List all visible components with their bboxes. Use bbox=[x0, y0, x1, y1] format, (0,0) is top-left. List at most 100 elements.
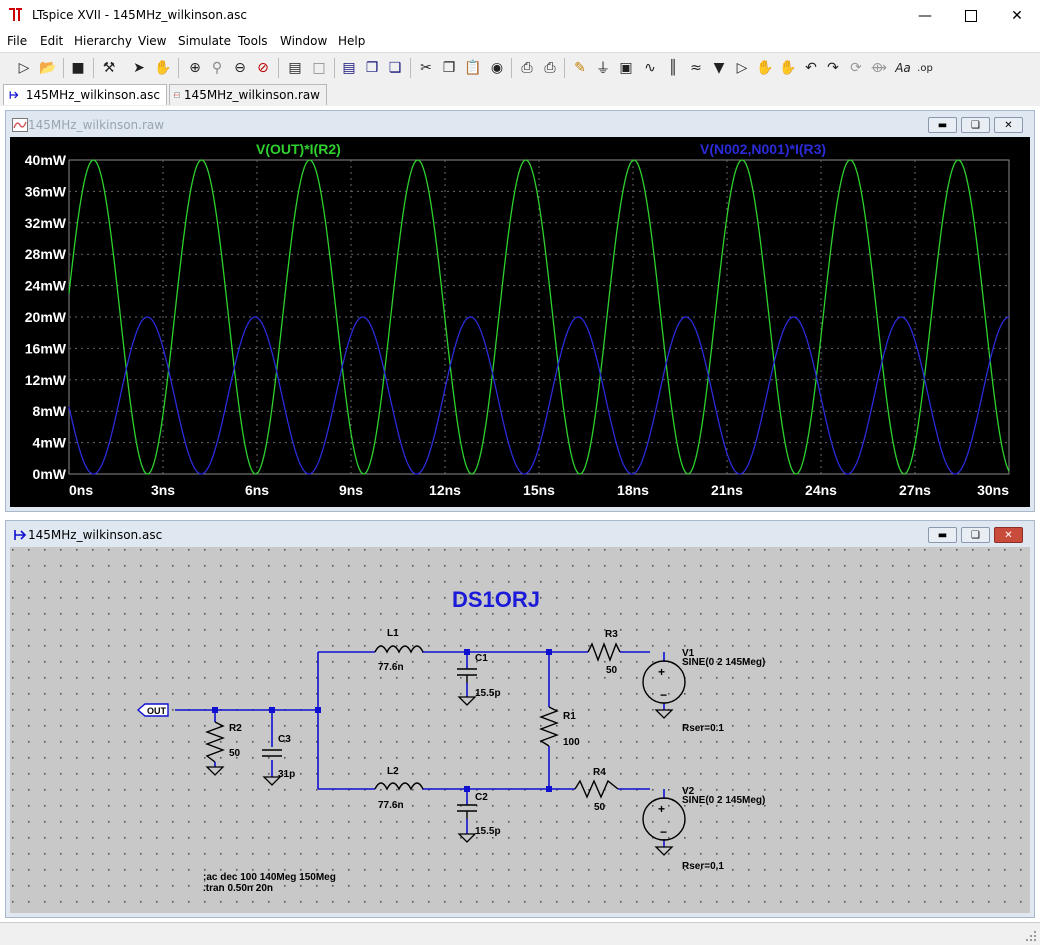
tile-horizontal-button[interactable]: ▤ bbox=[338, 57, 360, 79]
menu-bar: File Edit Hierarchy View Simulate Tools … bbox=[0, 31, 1040, 51]
minimize-button[interactable]: — bbox=[902, 0, 948, 31]
fft-button[interactable]: □ bbox=[308, 57, 330, 79]
text-button[interactable]: Aa bbox=[892, 57, 914, 79]
out-port-label: OUT bbox=[147, 706, 167, 716]
halt-button[interactable]: ✋ bbox=[152, 57, 174, 79]
schematic-heading[interactable]: DS1ORJ bbox=[452, 587, 540, 612]
waveform-plot[interactable]: V(OUT)*I(R2) V(N002,N001)*I(R3) 0ns 3ns 6n… bbox=[10, 137, 1030, 507]
schematic-restore-button[interactable]: ❏ bbox=[961, 527, 990, 543]
r1-name: R1 bbox=[563, 711, 576, 722]
tile-vertical-button[interactable]: ❏ bbox=[384, 57, 406, 79]
maximize-button[interactable] bbox=[948, 0, 994, 31]
resistor-button[interactable]: ∿ bbox=[639, 57, 661, 79]
schematic-icon bbox=[14, 530, 27, 540]
c1-value: 15.5p bbox=[475, 688, 501, 699]
trace2-label[interactable]: V(N002,N001)*I(R3) bbox=[700, 141, 826, 157]
cut-button[interactable]: ✂ bbox=[415, 57, 437, 79]
menu-window[interactable]: Window bbox=[280, 34, 327, 48]
tab-waveform[interactable]: 145MHz_wilkinson.raw bbox=[169, 84, 327, 105]
paste-button[interactable]: 📋 bbox=[462, 57, 484, 79]
save-button[interactable]: ■ bbox=[67, 57, 89, 79]
redo-button[interactable]: ↷ bbox=[822, 57, 844, 79]
schematic-window-caption[interactable]: 145MHz_wilkinson.asc ▬ ❏ ✕ bbox=[6, 521, 1034, 549]
copy-button[interactable]: ❐ bbox=[438, 57, 460, 79]
menu-hierarchy[interactable]: Hierarchy bbox=[74, 34, 132, 48]
inductor-button[interactable]: ≈ bbox=[685, 57, 707, 79]
text-font-icon: Aa bbox=[895, 61, 911, 75]
schematic-minimize-button[interactable]: ▬ bbox=[928, 527, 957, 543]
label-net-icon: ▣ bbox=[619, 60, 633, 76]
menu-file[interactable]: File bbox=[7, 34, 27, 48]
autorange-button[interactable]: ▤ bbox=[284, 57, 306, 79]
drag-hand-icon: ✋ bbox=[779, 60, 797, 76]
y-tick-label: 20mW bbox=[25, 309, 67, 325]
draw-wire-button[interactable]: ✎ bbox=[569, 57, 591, 79]
save-icon: ■ bbox=[71, 60, 85, 76]
binoculars-icon: ◉ bbox=[490, 60, 504, 76]
autorange-icon: ▤ bbox=[288, 60, 302, 76]
schematic-close-button[interactable]: ✕ bbox=[994, 527, 1023, 543]
redo-icon: ↷ bbox=[827, 60, 839, 76]
control-panel-button[interactable]: ⚒ bbox=[98, 57, 120, 79]
zoom-pan-icon: ⚲ bbox=[211, 60, 223, 76]
l1-name: L1 bbox=[387, 628, 399, 639]
y-tick-label: 36mW bbox=[25, 183, 67, 199]
restore-icon: ❏ bbox=[971, 119, 980, 131]
undo-button[interactable]: ↶ bbox=[800, 57, 822, 79]
rotate-button[interactable]: ⟳ bbox=[845, 57, 867, 79]
waveform-restore-button[interactable]: ❏ bbox=[961, 117, 990, 133]
inductor-icon: ≈ bbox=[690, 60, 702, 76]
label-net-button[interactable]: ▣ bbox=[615, 57, 637, 79]
zoom-cancel-button[interactable]: ⊘ bbox=[252, 57, 274, 79]
print-button[interactable]: ⎙ bbox=[539, 57, 561, 79]
mirror-button[interactable]: ⟴ bbox=[868, 57, 890, 79]
cascade-button[interactable]: ❐ bbox=[361, 57, 383, 79]
waveform-icon bbox=[12, 118, 28, 132]
waveform-icon bbox=[174, 92, 180, 98]
cascade-icon: ❐ bbox=[365, 60, 379, 76]
zoom-in-button[interactable]: ⊕ bbox=[184, 57, 206, 79]
find-button[interactable]: ◉ bbox=[486, 57, 508, 79]
v1-value: SINE(0 2 145Meg) bbox=[682, 657, 765, 668]
zoom-out-button[interactable]: ⊖ bbox=[229, 57, 251, 79]
tab-schematic[interactable]: 145MHz_wilkinson.asc bbox=[3, 84, 167, 105]
capacitor-button[interactable]: ║ bbox=[662, 57, 684, 79]
menu-edit[interactable]: Edit bbox=[40, 34, 63, 48]
resize-grip-icon[interactable] bbox=[1025, 930, 1037, 942]
ground-button[interactable]: ⏚ bbox=[592, 57, 614, 79]
c2-value: 15.5p bbox=[475, 826, 501, 837]
run-button[interactable]: ➤ bbox=[128, 57, 150, 79]
new-schematic-button[interactable]: ▷ bbox=[13, 57, 35, 79]
capacitor-icon: ║ bbox=[668, 60, 678, 76]
open-button[interactable]: 📂 bbox=[37, 57, 59, 79]
waveform-window-caption[interactable]: 145MHz_wilkinson.raw ▬ ❏ ✕ bbox=[6, 111, 1034, 139]
minimize-icon: ▬ bbox=[937, 119, 948, 131]
c3-value: 31p bbox=[278, 769, 295, 780]
out-port[interactable]: OUT bbox=[136, 703, 169, 717]
schematic-canvas[interactable]: DS1ORJ OUT L1 77.6n L2 77.6n C1 15.5p C2… bbox=[10, 547, 1030, 913]
waveform-minimize-button[interactable]: ▬ bbox=[928, 117, 957, 133]
spice-directive-tran[interactable]: .tran 0.50n 20n bbox=[203, 883, 273, 894]
pencil-icon: ✎ bbox=[574, 60, 586, 76]
move-button[interactable]: ✋ bbox=[754, 57, 776, 79]
menu-tools[interactable]: Tools bbox=[238, 34, 268, 48]
print-preview-button[interactable]: ⎙ bbox=[516, 57, 538, 79]
close-button[interactable]: ✕ bbox=[994, 0, 1040, 31]
zoom-in-icon: ⊕ bbox=[189, 60, 201, 76]
trace1-label[interactable]: V(OUT)*I(R2) bbox=[256, 141, 341, 157]
spice-directive-button[interactable]: .op bbox=[914, 57, 936, 79]
close-icon: ✕ bbox=[1011, 7, 1023, 24]
x-tick-label: 27ns bbox=[899, 482, 931, 498]
menu-help[interactable]: Help bbox=[338, 34, 365, 48]
pan-button[interactable]: ⚲ bbox=[206, 57, 228, 79]
hand-icon: ✋ bbox=[154, 60, 172, 76]
menu-simulate[interactable]: Simulate bbox=[178, 34, 231, 48]
menu-view[interactable]: View bbox=[138, 34, 166, 48]
component-button[interactable]: ▷ bbox=[731, 57, 753, 79]
x-tick-label: 24ns bbox=[805, 482, 837, 498]
drag-button[interactable]: ✋ bbox=[777, 57, 799, 79]
spice-directive-ac[interactable]: ;ac dec 100 140Meg 150Meg bbox=[203, 872, 336, 883]
window-title: LTspice XVII - 145MHz_wilkinson.asc bbox=[32, 8, 248, 22]
waveform-close-button[interactable]: ✕ bbox=[994, 117, 1023, 133]
diode-button[interactable]: ▼ bbox=[708, 57, 730, 79]
